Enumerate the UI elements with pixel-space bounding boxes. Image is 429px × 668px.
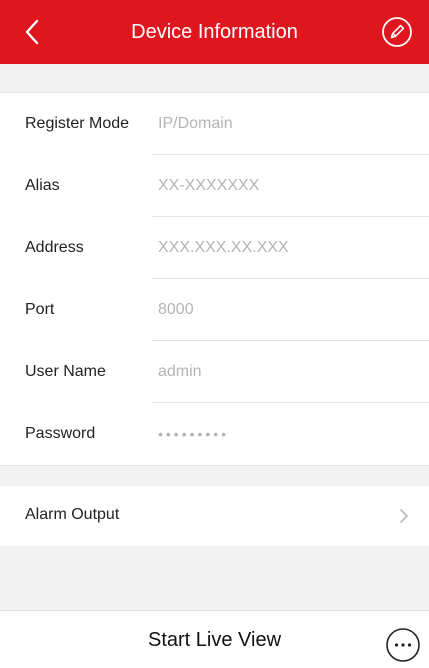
alias-field[interactable]: XX-XXXXXXX bbox=[158, 177, 259, 195]
alias-row[interactable]: Alias XX-XXXXXXX bbox=[0, 155, 429, 217]
pencil-icon[interactable] bbox=[381, 16, 413, 48]
address-row[interactable]: Address XXX.XXX.XX.XXX bbox=[0, 217, 429, 279]
chevron-left-icon[interactable] bbox=[20, 18, 46, 46]
port-row[interactable]: Port 8000 bbox=[0, 279, 429, 341]
user-name-row[interactable]: User Name admin bbox=[0, 341, 429, 403]
password-label: Password bbox=[25, 425, 96, 442]
device-info-list: Register Mode IP/Domain Alias XX-XXXXXXX… bbox=[0, 92, 429, 466]
chevron-right-icon bbox=[400, 509, 408, 523]
port-label: Port bbox=[25, 301, 55, 318]
alarm-output-row[interactable]: Alarm Output bbox=[0, 486, 429, 546]
more-icon[interactable] bbox=[385, 627, 421, 663]
page-title: Device Information bbox=[131, 20, 298, 43]
user-name-label: User Name bbox=[25, 363, 106, 380]
password-row[interactable]: Password ••••••••• bbox=[0, 403, 429, 465]
register-mode-row[interactable]: Register Mode IP/Domain bbox=[0, 93, 429, 155]
alias-label: Alias bbox=[25, 177, 60, 194]
address-label: Address bbox=[25, 239, 84, 256]
password-field[interactable]: ••••••••• bbox=[158, 426, 229, 442]
register-mode-value[interactable]: IP/Domain bbox=[158, 115, 233, 133]
alarm-output-label: Alarm Output bbox=[25, 506, 120, 523]
header-bar: Device Information bbox=[0, 0, 429, 64]
footer-bar: Start Live View bbox=[0, 610, 429, 668]
user-name-field[interactable]: admin bbox=[158, 363, 202, 381]
address-field[interactable]: XXX.XXX.XX.XXX bbox=[158, 239, 289, 257]
start-live-view-button[interactable]: Start Live View bbox=[0, 611, 429, 668]
port-field[interactable]: 8000 bbox=[158, 301, 194, 319]
register-mode-label: Register Mode bbox=[25, 115, 130, 132]
